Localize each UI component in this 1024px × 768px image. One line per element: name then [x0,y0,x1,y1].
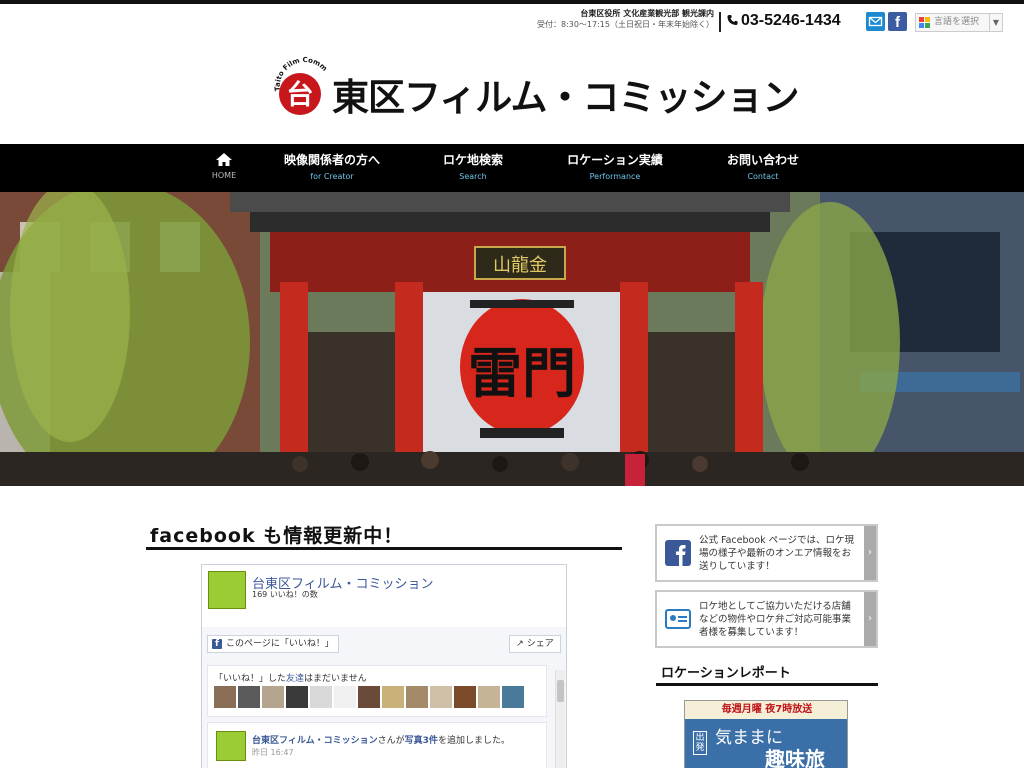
fan-avatar[interactable] [262,686,284,708]
office-info: 台東区役所 文化産業観光部 観光課内 受付：8:30〜17:15（土日祝日・年末… [537,8,714,30]
fan-avatar[interactable] [382,686,404,708]
office-name: 台東区役所 文化産業観光部 観光課内 [580,9,714,18]
nav-search[interactable]: ロケ地検索 Search [428,152,518,183]
fan-avatar[interactable] [214,686,236,708]
facebook-page-avatar[interactable] [208,571,246,609]
section-title-facebook: facebook も情報更新中！ [150,525,404,547]
facebook-page-header: 台東区フィルム・コミッション 169 いいね！の数 [202,565,566,627]
language-select-label: 言語を選択 [934,17,980,27]
nav-contact[interactable]: お問い合わせ Contact [713,152,813,183]
facebook-icon[interactable]: f [888,12,907,31]
friends-text-a: 「いいね！」した [214,674,287,684]
facebook-fan-avatars [214,686,526,710]
fan-avatar[interactable] [478,686,500,708]
nav-contact-en: Contact [747,172,779,181]
facebook-icon [665,540,691,566]
fan-avatar[interactable] [454,686,476,708]
facebook-post: 台東区フィルム・コミッションさんが写真3件を追加しました。 昨日 16:47 [207,722,547,768]
sidebar-card-recruit[interactable]: ロケ地としてご協力いただける店舗などの物件やロケ弁ご対応可能事業者様を募集してい… [655,590,878,648]
facebook-like-count: 169 いいね！の数 [252,590,318,599]
id-card-icon [665,609,691,629]
banner-tag: 出発 [693,731,707,755]
sidebar-card-facebook-text: 公式 Facebook ページでは、ロケ現場の様子や最新のオンエア情報をお送りし… [699,535,854,572]
nav-for-creator[interactable]: 映像関係者の方へ for Creator [272,152,392,183]
fan-avatar[interactable] [238,686,260,708]
banner-schedule: 毎週月曜 夜7時放送 [685,701,847,719]
fan-avatar[interactable] [430,686,452,708]
divider [719,12,721,32]
nav-performance-en: Performance [589,172,641,181]
nav-performance-jp: ロケーション実績 [567,153,663,167]
section-rule [146,547,622,550]
nav-contact-jp: お問い合わせ [726,153,799,167]
hero-image-kaminarimon: 山龍金 雷門 [0,192,1024,486]
chevron-right-icon: › [864,592,876,646]
scrollbar-thumb[interactable] [557,680,564,702]
nav-performance[interactable]: ロケーション実績 Performance [555,152,675,183]
language-select[interactable]: 言語を選択 ▼ [915,13,1003,32]
fan-avatar[interactable] [310,686,332,708]
office-hours: 受付：8:30〜17:15（土日祝日・年末年始除く） [536,20,714,29]
fan-avatar[interactable] [334,686,356,708]
sidebar-rule [656,683,878,686]
sidebar-card-facebook[interactable]: 公式 Facebook ページでは、ロケ現場の様子や最新のオンエア情報をお送りし… [655,524,878,582]
fan-avatar[interactable] [358,686,380,708]
nav-search-en: Search [459,172,487,181]
facebook-icon: f [212,639,222,649]
facebook-like-button[interactable]: f このページに「いいね！」 [207,635,339,653]
nav-search-jp: ロケ地検索 [442,153,503,167]
fan-avatar[interactable] [502,686,524,708]
nav-for-creator-en: for Creator [310,172,354,181]
post-link[interactable]: 写真3件 [405,736,438,746]
logo-title: 東区フィルム・コミッション [332,76,800,119]
phone-icon [727,14,738,26]
friends-text-link[interactable]: 友達 [286,674,304,684]
gate-sign: 山龍金 [493,255,547,276]
fan-avatar[interactable] [286,686,308,708]
main-nav: HOME 映像関係者の方へ for Creator ロケ地検索 Search ロ… [0,144,1024,192]
facebook-post-text: 台東区フィルム・コミッションさんが写真3件を追加しました。 [252,733,510,746]
sidebar-card-recruit-text: ロケ地としてご協力いただける店舗などの物件やロケ弁ご対応可能事業者様を募集してい… [699,601,852,638]
post-author[interactable]: 台東区フィルム・コミッション [252,736,378,746]
nav-for-creator-jp: 映像関係者の方へ [283,153,380,167]
logo-seal: Taito Film Commission 台 [268,47,329,115]
facebook-friends-text: 「いいね！」した友達はまだいません [214,671,367,684]
fan-avatar[interactable] [406,686,428,708]
facebook-share-label: シェア [526,639,554,649]
chevron-down-icon: ▼ [988,14,999,31]
facebook-post-avatar[interactable] [216,731,246,761]
post-end: を追加しました。 [437,736,510,746]
facebook-post-time[interactable]: 昨日 16:47 [252,747,294,758]
mail-icon[interactable] [866,12,885,31]
facebook-share-button[interactable]: ↗ シェア [509,635,561,653]
phone-text: 03-5246-1434 [741,12,841,29]
location-report-banner[interactable]: 毎週月曜 夜7時放送 出発 気ままに 趣味旅 [684,700,848,768]
nav-home-label: HOME [211,171,237,180]
home-icon [216,153,232,166]
facebook-like-button-label: このページに「いいね！」 [226,639,334,649]
share-icon: ↗ [516,639,524,649]
post-mid: さんが [377,736,405,746]
logo-seal-char: 台 [287,79,314,111]
chevron-right-icon: › [864,526,876,580]
lantern-text: 雷門 [468,341,576,405]
facebook-friends-panel: 「いいね！」した友達はまだいません [207,665,547,717]
site-logo[interactable]: Taito Film Commission 台 東区フィルム・コミッション [268,47,800,119]
banner-line2: 趣味旅 [765,747,825,768]
nav-home[interactable]: HOME [205,152,243,182]
top-bar: 台東区役所 文化産業観光部 観光課内 受付：8:30〜17:15（土日祝日・年末… [0,4,1024,34]
google-translate-icon [919,17,930,28]
sidebar-section-title: ロケーションレポート [661,666,791,681]
friends-text-b: はまだいません [304,674,367,684]
phone-number: 03-5246-1434 [727,12,841,30]
facebook-feed-scrollbar[interactable] [555,670,565,768]
